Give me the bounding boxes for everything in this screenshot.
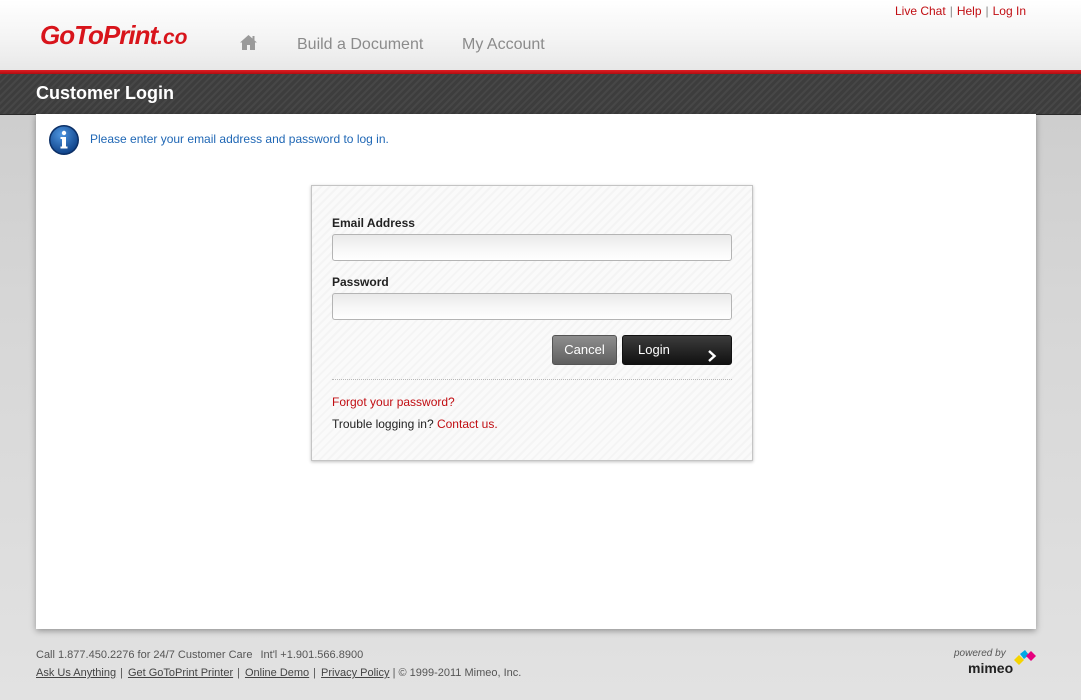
log-in-link[interactable]: Log In bbox=[993, 4, 1026, 18]
nav-build-a-document[interactable]: Build a Document bbox=[297, 35, 423, 55]
trouble-logging-in: Trouble logging in? Contact us. bbox=[332, 417, 498, 432]
password-label: Password bbox=[332, 275, 389, 289]
footer-separator: | bbox=[313, 667, 317, 679]
mimeo-logo-text[interactable]: mimeo bbox=[968, 660, 1013, 676]
privacy-policy-link[interactable]: Privacy Policy bbox=[321, 667, 389, 679]
email-label: Email Address bbox=[332, 216, 415, 230]
footer-contact: Call 1.877.450.2276 for 24/7 Customer Ca… bbox=[36, 648, 363, 662]
contact-us-link[interactable]: Contact us. bbox=[437, 417, 498, 431]
chevron-right-icon bbox=[707, 344, 717, 362]
email-input[interactable] bbox=[332, 234, 732, 261]
nav-my-account[interactable]: My Account bbox=[462, 35, 545, 55]
site-header: GoToPrint.co Build a Document My Account… bbox=[0, 0, 1081, 70]
footer-call-text: Call 1.877.450.2276 for 24/7 Customer Ca… bbox=[36, 649, 253, 661]
cancel-button-label: Cancel bbox=[564, 342, 605, 357]
util-separator: | bbox=[985, 4, 989, 18]
footer-separator: | bbox=[120, 667, 123, 679]
trouble-text: Trouble logging in? bbox=[332, 417, 434, 431]
forgot-password-link[interactable]: Forgot your password? bbox=[332, 395, 455, 410]
main-panel: Please enter your email address and pass… bbox=[36, 114, 1036, 629]
cancel-button[interactable]: Cancel bbox=[552, 335, 617, 365]
footer-intl-text: Int'l +1.901.566.8900 bbox=[260, 649, 364, 661]
footer-links: Ask Us Anything | Get GoToPrint Printer | On… bbox=[36, 666, 521, 680]
online-demo-link[interactable]: Online Demo bbox=[245, 667, 309, 679]
logo-text: GoToPrint bbox=[40, 20, 158, 50]
page-title: Customer Login bbox=[36, 83, 174, 103]
ask-us-anything-link[interactable]: Ask Us Anything bbox=[36, 667, 116, 679]
form-divider bbox=[332, 379, 732, 380]
util-separator: | bbox=[949, 4, 953, 18]
login-button[interactable]: Login bbox=[622, 335, 732, 365]
utility-links: Live Chat | Help | Log In bbox=[895, 4, 1026, 18]
info-icon bbox=[48, 124, 80, 156]
powered-by-text: powered by bbox=[954, 648, 1006, 659]
password-input[interactable] bbox=[332, 293, 732, 320]
login-form: Email Address Password Cancel Login Forg… bbox=[311, 185, 753, 461]
logo-tld: .co bbox=[157, 26, 188, 49]
mimeo-logo-icon bbox=[1012, 650, 1036, 668]
help-link[interactable]: Help bbox=[957, 4, 982, 18]
page-title-bar: Customer Login bbox=[0, 74, 1081, 115]
gotoprint-logo[interactable]: GoToPrint.co bbox=[40, 20, 187, 53]
live-chat-link[interactable]: Live Chat bbox=[895, 4, 946, 18]
info-message: Please enter your email address and pass… bbox=[90, 132, 389, 146]
footer-copyright: | © 1999-2011 Mimeo, Inc. bbox=[392, 667, 522, 679]
footer-separator: | bbox=[237, 667, 240, 679]
get-gotoprint-printer-link[interactable]: Get GoToPrint Printer bbox=[128, 667, 233, 679]
login-button-label: Login bbox=[638, 342, 670, 357]
home-icon[interactable] bbox=[239, 34, 258, 51]
